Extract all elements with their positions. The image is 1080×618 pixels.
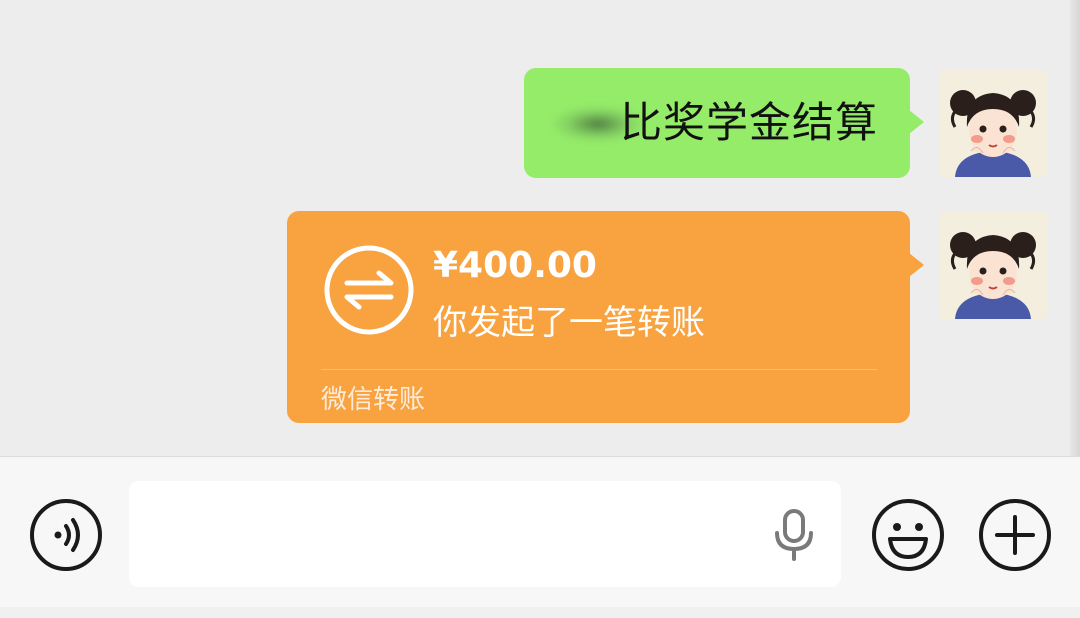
voice-icon [30,499,102,571]
microphone-icon [775,509,813,561]
scroll-edge [1070,0,1080,456]
text-message-bubble[interactable]: 比奖学金结算 [524,68,924,178]
emoji-icon [872,499,944,571]
input-bar [0,456,1080,618]
message-text-content: 比奖学金结算 [620,98,879,147]
microphone-button[interactable] [771,509,817,561]
avatar[interactable] [939,211,1047,319]
transfer-arrows-icon [324,245,414,335]
transfer-amount: ¥400.00 [433,245,597,286]
transfer-description: 你发起了一笔转账 [433,303,705,343]
cartoon-girl-avatar-icon [939,69,1047,177]
more-button[interactable] [977,497,1053,573]
avatar[interactable] [939,69,1047,177]
chat-area: 比奖学金结算 ¥400.00 你发起了一笔转账 微信转账 [0,0,1080,456]
message-input[interactable] [129,481,749,587]
emoji-button[interactable] [870,497,946,573]
divider [321,369,877,370]
message-input-field[interactable] [129,481,841,587]
bottom-edge [0,607,1080,618]
voice-button[interactable] [28,497,104,573]
transfer-message-bubble[interactable]: ¥400.00 你发起了一笔转账 微信转账 [287,211,924,423]
message-text: 比奖学金结算 [558,68,878,178]
cartoon-girl-avatar-icon [939,211,1047,319]
plus-icon [979,499,1051,571]
transfer-footer: 微信转账 [321,385,426,415]
